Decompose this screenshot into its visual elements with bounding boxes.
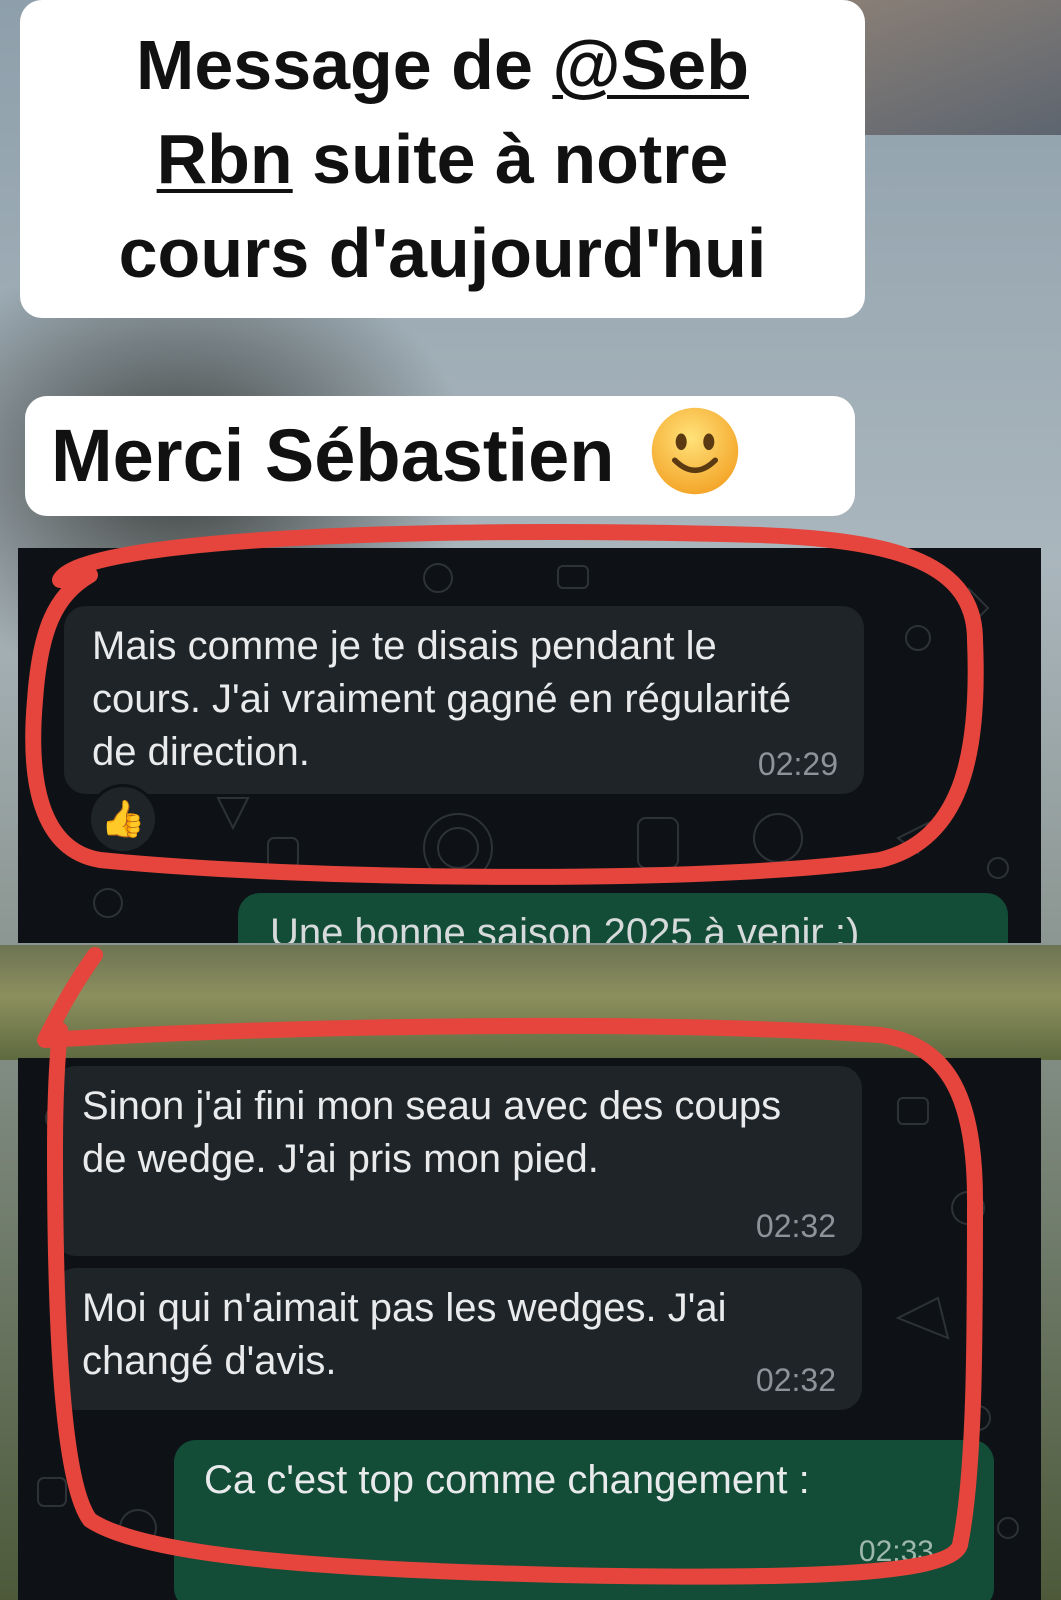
caption-line3: cours d'aujourd'hui [118, 214, 767, 292]
read-receipt-icon: ✓ [948, 1532, 974, 1565]
outgoing-message-bubble[interactable]: Ca c'est top comme changement : 02:33 ✓ [174, 1440, 994, 1600]
message-text: Sinon j'ai fini mon seau avec des coups … [82, 1084, 782, 1181]
caption-line2: suite à notre [292, 120, 729, 198]
caption-thanks: Merci Sébastien [25, 396, 855, 516]
incoming-message-bubble[interactable]: Sinon j'ai fini mon seau avec des coups … [54, 1066, 862, 1256]
mention-link-part1[interactable]: @Seb [552, 26, 749, 104]
caption-title: Message de @Seb Rbn suite à notre cours … [20, 0, 865, 318]
message-time: 02:32 [755, 1208, 836, 1244]
message-text: Ca c'est top comme changement : [204, 1458, 810, 1502]
mention-link-part2[interactable]: Rbn [157, 120, 293, 198]
background-grass [0, 945, 1061, 1060]
background-person [835, 0, 1061, 135]
message-time: 02:32 [755, 1362, 836, 1398]
chat-screenshot-1: Mais comme je te disais pendant le cours… [18, 548, 1041, 943]
caption-line1: Message de [136, 26, 553, 104]
slightly-smiling-face-icon [651, 407, 739, 495]
outgoing-message-bubble-partial[interactable]: Une bonne saison 2025 à venir :) [238, 893, 1008, 943]
message-time: 02:33 [858, 1535, 934, 1568]
incoming-message-bubble[interactable]: Mais comme je te disais pendant le cours… [64, 606, 864, 794]
message-time: 02:29 [757, 746, 838, 782]
message-text: Moi qui n'aimait pas les wedges. J'ai ch… [82, 1286, 727, 1383]
chat-screenshot-2: Sinon j'ai fini mon seau avec des coups … [18, 1058, 1041, 1600]
message-text: Mais comme je te disais pendant le cours… [92, 624, 792, 774]
incoming-message-bubble[interactable]: Moi qui n'aimait pas les wedges. J'ai ch… [54, 1268, 862, 1410]
thumbs-up-reaction-icon[interactable]: 👍 [88, 784, 158, 854]
thanks-text: Merci Sébastien [51, 414, 615, 497]
